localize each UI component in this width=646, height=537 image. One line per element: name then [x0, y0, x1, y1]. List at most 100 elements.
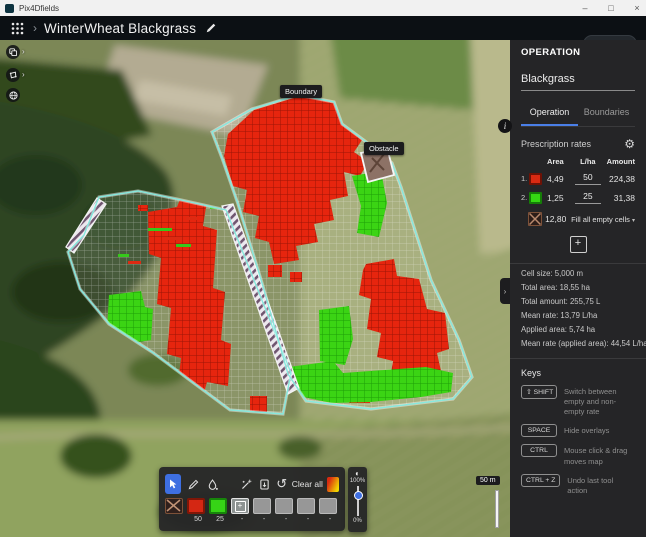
opacity-slider-thumb[interactable] — [354, 491, 363, 500]
col-area: Area — [547, 157, 573, 166]
swatch-unset[interactable] — [319, 498, 337, 514]
tab-operation[interactable]: Operation — [521, 101, 578, 126]
info-icon[interactable]: i — [498, 119, 512, 133]
rate-1-amount: 224,38 — [603, 174, 635, 184]
keys-title: Keys — [521, 368, 635, 378]
key-shift: ⇧ SHIFT Switch between empty and non-emp… — [521, 385, 635, 417]
edit-title-icon[interactable] — [205, 22, 217, 34]
empty-rate-swatch[interactable] — [528, 212, 542, 226]
swatch-rate-2[interactable] — [209, 498, 227, 514]
undo-button[interactable]: ↺ — [274, 474, 290, 494]
operation-panel: OPERATION Operation Boundaries Prescript… — [510, 40, 646, 537]
boundary-label: Boundary — [280, 85, 322, 98]
swatch-label: 50 — [194, 516, 202, 524]
col-amount: Amount — [603, 157, 635, 166]
layers-button[interactable] — [6, 45, 20, 59]
minimize-button[interactable]: – — [580, 3, 590, 13]
swatch-label: - — [241, 516, 243, 524]
rate-2-area: 1,25 — [547, 193, 573, 203]
tab-boundaries[interactable]: Boundaries — [578, 101, 635, 126]
panel-tabs: Operation Boundaries — [521, 101, 635, 127]
divider — [510, 358, 646, 359]
key-ctrl-z: CTRL + Z Undo last tool action — [521, 474, 635, 496]
rate-1-input[interactable] — [575, 172, 601, 185]
key-space: SPACE Hide overlays — [521, 424, 635, 437]
shift-key-desc: Switch between empty and non-empty rate — [564, 385, 635, 417]
rate-2-color-swatch[interactable] — [529, 192, 542, 204]
close-button[interactable]: × — [632, 3, 642, 13]
swatch-rate-1[interactable] — [187, 498, 205, 514]
import-layer-tool[interactable] — [257, 474, 273, 494]
stat-mean-rate-applied: Mean rate (applied area): 44,54 L/ha — [521, 339, 635, 348]
prescription-row-2: 2. 1,25 31,38 — [521, 191, 635, 204]
scale-label: 50 m — [476, 476, 500, 485]
prescription-toolbar: ↺ Clear all 50 25 + - - - — [159, 467, 345, 531]
basemap-globe-button[interactable] — [6, 88, 20, 102]
swatch-add-rate[interactable]: + — [231, 498, 249, 514]
prescription-row-empty: 12,80 Fill all empty cells ▾ — [521, 212, 635, 226]
swatch-unset[interactable] — [253, 498, 271, 514]
map-graphics — [0, 40, 510, 537]
row-index: 2. — [521, 193, 529, 202]
rate-2-input[interactable] — [575, 191, 601, 204]
fill-empty-cells-dropdown[interactable]: Fill all empty cells ▾ — [571, 215, 635, 224]
space-key-badge: SPACE — [521, 424, 557, 437]
stat-total-amount: Total amount: 255,75 L — [521, 297, 635, 306]
ctrl-z-key-desc: Undo last tool action — [567, 474, 635, 496]
swatch-unset[interactable] — [275, 498, 293, 514]
annotations-expand-chevron-icon[interactable]: › — [22, 68, 25, 82]
stat-total-area: Total area: 18,55 ha — [521, 283, 635, 292]
ctrl-key-desc: Mouse click & drag moves map — [564, 444, 635, 466]
select-tool[interactable] — [165, 474, 181, 494]
gear-icon[interactable]: ⚙ — [624, 138, 635, 150]
panel-collapse-chevron-icon[interactable]: › — [500, 278, 510, 304]
add-rate-button[interactable]: + — [570, 236, 587, 253]
annotations-button[interactable] — [6, 68, 20, 82]
scale-bar — [495, 490, 499, 528]
stat-cell-size: Cell size: 5,000 m — [521, 269, 635, 278]
gradient-swatch[interactable] — [327, 477, 339, 492]
map-canvas[interactable]: Boundary Obstacle › › 50 m — [0, 40, 510, 537]
draw-tool[interactable] — [185, 474, 201, 494]
ctrl-z-key-badge: CTRL + Z — [521, 474, 560, 487]
page-title: WinterWheat Blackgrass — [44, 21, 196, 36]
swatch-unset[interactable] — [297, 498, 315, 514]
os-titlebar: Pix4Dfields – □ × — [0, 0, 646, 17]
swatch-empty-rate[interactable] — [165, 498, 183, 514]
clear-all-button[interactable]: Clear all — [292, 479, 323, 489]
stat-mean-rate: Mean rate: 13,79 L/ha — [521, 311, 635, 320]
divider — [510, 263, 646, 264]
app-header: › WinterWheat Blackgrass Export — [0, 16, 646, 40]
operation-name-input[interactable] — [521, 71, 635, 91]
swatch-label: - — [263, 516, 265, 524]
app-icon — [5, 4, 14, 13]
opacity-slider-panel: ◐ 100% 0% — [348, 467, 367, 532]
shift-key-badge: ⇧ SHIFT — [521, 385, 557, 399]
opacity-max-label: 100% — [350, 478, 365, 484]
opacity-icon: ◐ — [355, 469, 360, 478]
swatch-label: - — [329, 516, 331, 524]
rate-1-area: 4,49 — [547, 174, 573, 184]
magic-wand-tool[interactable] — [238, 474, 254, 494]
prescription-rates-title: Prescription rates — [521, 139, 591, 149]
key-ctrl: CTRL Mouse click & drag moves map — [521, 444, 635, 466]
swatch-label: - — [285, 516, 287, 524]
layers-expand-chevron-icon[interactable]: › — [22, 45, 25, 59]
space-key-desc: Hide overlays — [564, 424, 609, 436]
prescription-table-header: Area L/ha Amount — [521, 157, 635, 166]
ctrl-key-badge: CTRL — [521, 444, 557, 457]
app-launcher-icon[interactable] — [11, 22, 24, 35]
stat-applied-area: Applied area: 5,74 ha — [521, 325, 635, 334]
swatch-label: 25 — [216, 516, 224, 524]
col-rate: L/ha — [573, 157, 603, 166]
fill-tool[interactable] — [204, 474, 220, 494]
opacity-slider[interactable] — [357, 486, 359, 516]
operation-stats: Cell size: 5,000 m Total area: 18,55 ha … — [521, 269, 635, 348]
rate-2-amount: 31,38 — [603, 193, 635, 203]
maximize-button[interactable]: □ — [606, 3, 616, 13]
rate-1-color-swatch[interactable] — [529, 173, 542, 185]
opacity-min-label: 0% — [353, 518, 362, 524]
breadcrumb-chevron-icon: › — [33, 21, 37, 35]
app-name: Pix4Dfields — [19, 4, 59, 13]
obstacle-label: Obstacle — [364, 142, 404, 155]
